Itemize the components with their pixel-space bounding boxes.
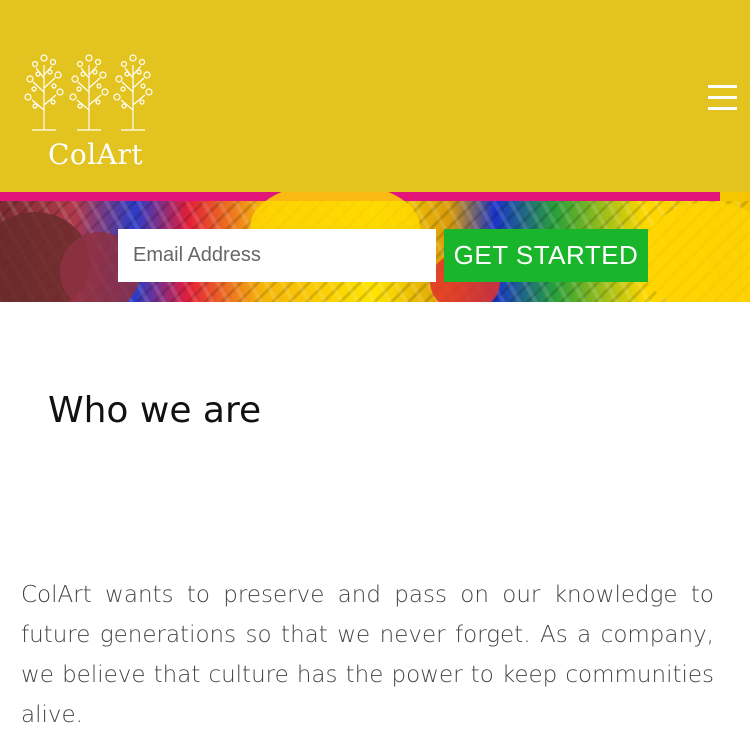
get-started-button[interactable]: GET STARTED (444, 229, 648, 282)
menu-bar (708, 85, 737, 88)
logo-text: ColArt (48, 138, 144, 171)
menu-bar (708, 107, 737, 110)
about-paragraph: ColArt wants to preserve and pass on our… (21, 582, 714, 728)
section-heading: Who we are (48, 390, 262, 431)
logo[interactable]: ColArt (22, 50, 162, 175)
site-header: ColArt (0, 0, 750, 192)
trees-logo-icon (24, 54, 153, 131)
menu-bar (708, 96, 737, 99)
hamburger-menu-icon[interactable] (706, 82, 740, 114)
email-input[interactable] (118, 229, 436, 282)
